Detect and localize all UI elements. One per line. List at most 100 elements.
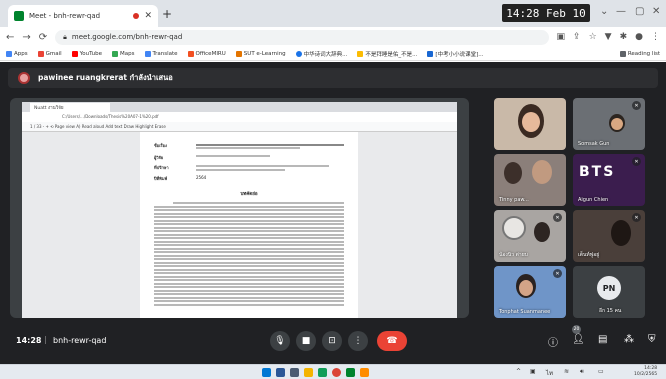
meeting-time: 14:28: [16, 336, 42, 345]
host-controls-button[interactable]: ⛨: [648, 334, 656, 345]
chrome-icon[interactable]: [332, 368, 341, 377]
office-icon: [187, 50, 194, 57]
globe-icon: [295, 50, 302, 57]
bookmark-apps[interactable]: Apps: [6, 50, 28, 57]
file-explorer-icon[interactable]: [304, 368, 313, 377]
bookmark-sut-elearning[interactable]: SUT e-Learning: [235, 50, 286, 57]
bookmark-gmail[interactable]: Gmail: [37, 50, 62, 57]
shared-browser-tab: Nuatt งานวิจัย: [30, 103, 110, 112]
bookmark-maps[interactable]: Maps: [112, 50, 135, 57]
more-options-button[interactable]: ⋮: [348, 331, 368, 351]
people-count-badge: 20: [572, 325, 581, 334]
share-icon[interactable]: ⇪: [573, 32, 581, 42]
participant-video: [611, 220, 631, 246]
volume-icon[interactable]: 🔊︎: [580, 368, 584, 376]
start-icon[interactable]: [262, 368, 271, 377]
abstract-heading: บทคัดย่อ: [240, 192, 258, 197]
shared-screen[interactable]: Nuatt งานวิจัย C:/Users/.../Downloads/Th…: [10, 98, 469, 318]
puzzle-icon[interactable]: ✱: [620, 32, 628, 42]
browser-tab-bar: Meet - bnh-rewr-qad ✕ + 14:28 Feb 10 ⌄ —…: [0, 0, 666, 27]
forward-icon[interactable]: →: [22, 32, 30, 43]
store-icon[interactable]: [318, 368, 327, 377]
meta-row-advisor: ที่ปรึกษา: [154, 164, 344, 173]
activities-button[interactable]: ⁂: [624, 334, 634, 345]
profile-avatar[interactable]: ●: [635, 32, 643, 42]
recording-dot-icon: [133, 13, 140, 19]
participant-tile-more[interactable]: PN อีก 15 คน: [573, 266, 645, 318]
bookmark-reading-list[interactable]: Reading list: [619, 50, 660, 57]
mic-muted-icon: ✕: [632, 101, 641, 110]
mic-muted-icon: ✕: [553, 213, 562, 222]
bookmarks-bar: Apps Gmail YouTube Maps Translate Office…: [0, 47, 666, 61]
address-bar[interactable]: 🔒︎ meet.google.com/bnh-rewr-qad: [55, 29, 549, 45]
maximize-icon[interactable]: ▢: [635, 6, 644, 17]
menu-icon[interactable]: ⋮: [651, 32, 660, 42]
taskbar-clock[interactable]: 14:28 10/2/2565: [634, 366, 657, 378]
video-camera-icon: ■: [301, 336, 311, 346]
reload-icon[interactable]: ⟳: [39, 32, 47, 43]
participant-video: [504, 162, 522, 184]
extension-icon[interactable]: ▼: [605, 32, 612, 42]
page-icon: [427, 50, 434, 57]
back-icon[interactable]: ←: [6, 32, 14, 43]
wifi-icon[interactable]: ≋: [564, 368, 569, 375]
participant-tile[interactable]: ✕ Tonphat Suanmanee: [494, 266, 566, 318]
bookmark-translate[interactable]: Translate: [144, 50, 178, 57]
youtube-icon: [71, 50, 78, 57]
translate-icon: [144, 50, 151, 57]
star-icon[interactable]: ☆: [589, 32, 597, 42]
end-call-button[interactable]: ☎: [377, 331, 407, 351]
shield-icon: ⛨: [648, 334, 656, 345]
windows-taskbar: ^ ▣ ไท ≋ 🔊︎ ▭ 14:28 10/2/2565: [0, 364, 666, 379]
phone-hangup-icon: ☎: [386, 336, 398, 346]
people-button[interactable]: 👤︎: [572, 334, 585, 345]
participant-tile[interactable]: ✕ น้องนิว ต่ายบ: [494, 210, 566, 262]
reading-list-icon: [619, 50, 626, 57]
chat-button[interactable]: ▤: [598, 334, 607, 345]
participant-tile[interactable]: [494, 98, 566, 150]
present-screen-icon: ⊡: [328, 336, 336, 346]
info-button[interactable]: ⓘ: [548, 334, 558, 349]
task-view-icon[interactable]: [290, 368, 299, 377]
app-icon[interactable]: [360, 368, 369, 377]
url-text: meet.google.com/bnh-rewr-qad: [71, 33, 183, 41]
new-tab-button[interactable]: +: [162, 7, 172, 21]
battery-icon[interactable]: ▭: [598, 368, 604, 375]
pdf-toolbar: 1 / 33 - + ⟲ Page view A) Read aloud Add…: [22, 122, 457, 132]
bookmark-office[interactable]: OfficeMIRU: [187, 50, 226, 57]
fan-object: [502, 216, 526, 240]
bts-logo-icon: BTS: [579, 164, 616, 180]
minimize-icon[interactable]: —: [616, 6, 626, 17]
browser-tab-meet[interactable]: Meet - bnh-rewr-qad ✕: [8, 5, 158, 27]
tray-language-icon[interactable]: ไท: [546, 368, 553, 378]
apps-grid-icon: [6, 50, 12, 57]
camera-icon[interactable]: ▣: [557, 32, 566, 42]
mic-button[interactable]: 🎙︎: [270, 331, 290, 351]
tab-close-icon[interactable]: ✕: [144, 11, 152, 21]
pdf-viewer: ชื่อเรื่อง ผู้วิจัย ที่ปรึกษา ปีที่พิมพ์…: [22, 132, 457, 318]
bookmark-youtube[interactable]: YouTube: [71, 50, 102, 57]
participant-tile[interactable]: BTS ✕ Aigun Chien: [573, 154, 645, 206]
meet-main: pawinee ruangkrerat กำลังนำเสนอ Nuatt งา…: [0, 62, 666, 364]
search-icon[interactable]: [276, 368, 285, 377]
tab-title: Meet - bnh-rewr-qad: [29, 12, 101, 20]
shared-browser-url: C:/Users/.../Downloads/Thesis%20A07-1%20…: [22, 112, 457, 122]
lock-icon: 🔒︎: [63, 32, 67, 41]
maps-icon: [112, 50, 119, 57]
participant-tile[interactable]: ✕ เต็นท์ฟูอยู่: [573, 210, 645, 262]
more-vert-icon: ⋮: [353, 336, 363, 346]
bookmark-chinese-3[interactable]: [中考小小说课堂]...: [427, 50, 483, 58]
chevron-down-icon[interactable]: ⌄: [600, 6, 608, 17]
camera-button[interactable]: ■: [296, 331, 316, 351]
meet-app-icon[interactable]: [346, 368, 355, 377]
window-close-icon[interactable]: ✕: [652, 6, 660, 17]
participant-tile[interactable]: Tinny paw...: [494, 154, 566, 206]
participant-tile[interactable]: ✕ Somsak Gun: [573, 98, 645, 150]
tray-app-icon[interactable]: ▣: [530, 368, 536, 375]
tray-chevron-icon[interactable]: ^: [516, 368, 521, 375]
mic-muted-icon: ✕: [632, 157, 641, 166]
bookmark-chinese-dict[interactable]: 中华诗词大辞典...: [295, 50, 347, 58]
mic-muted-icon: ✕: [632, 213, 641, 222]
bookmark-chinese-2[interactable]: 不是拜睡是佑_不是...: [357, 50, 417, 58]
present-button[interactable]: ⊡: [322, 331, 342, 351]
